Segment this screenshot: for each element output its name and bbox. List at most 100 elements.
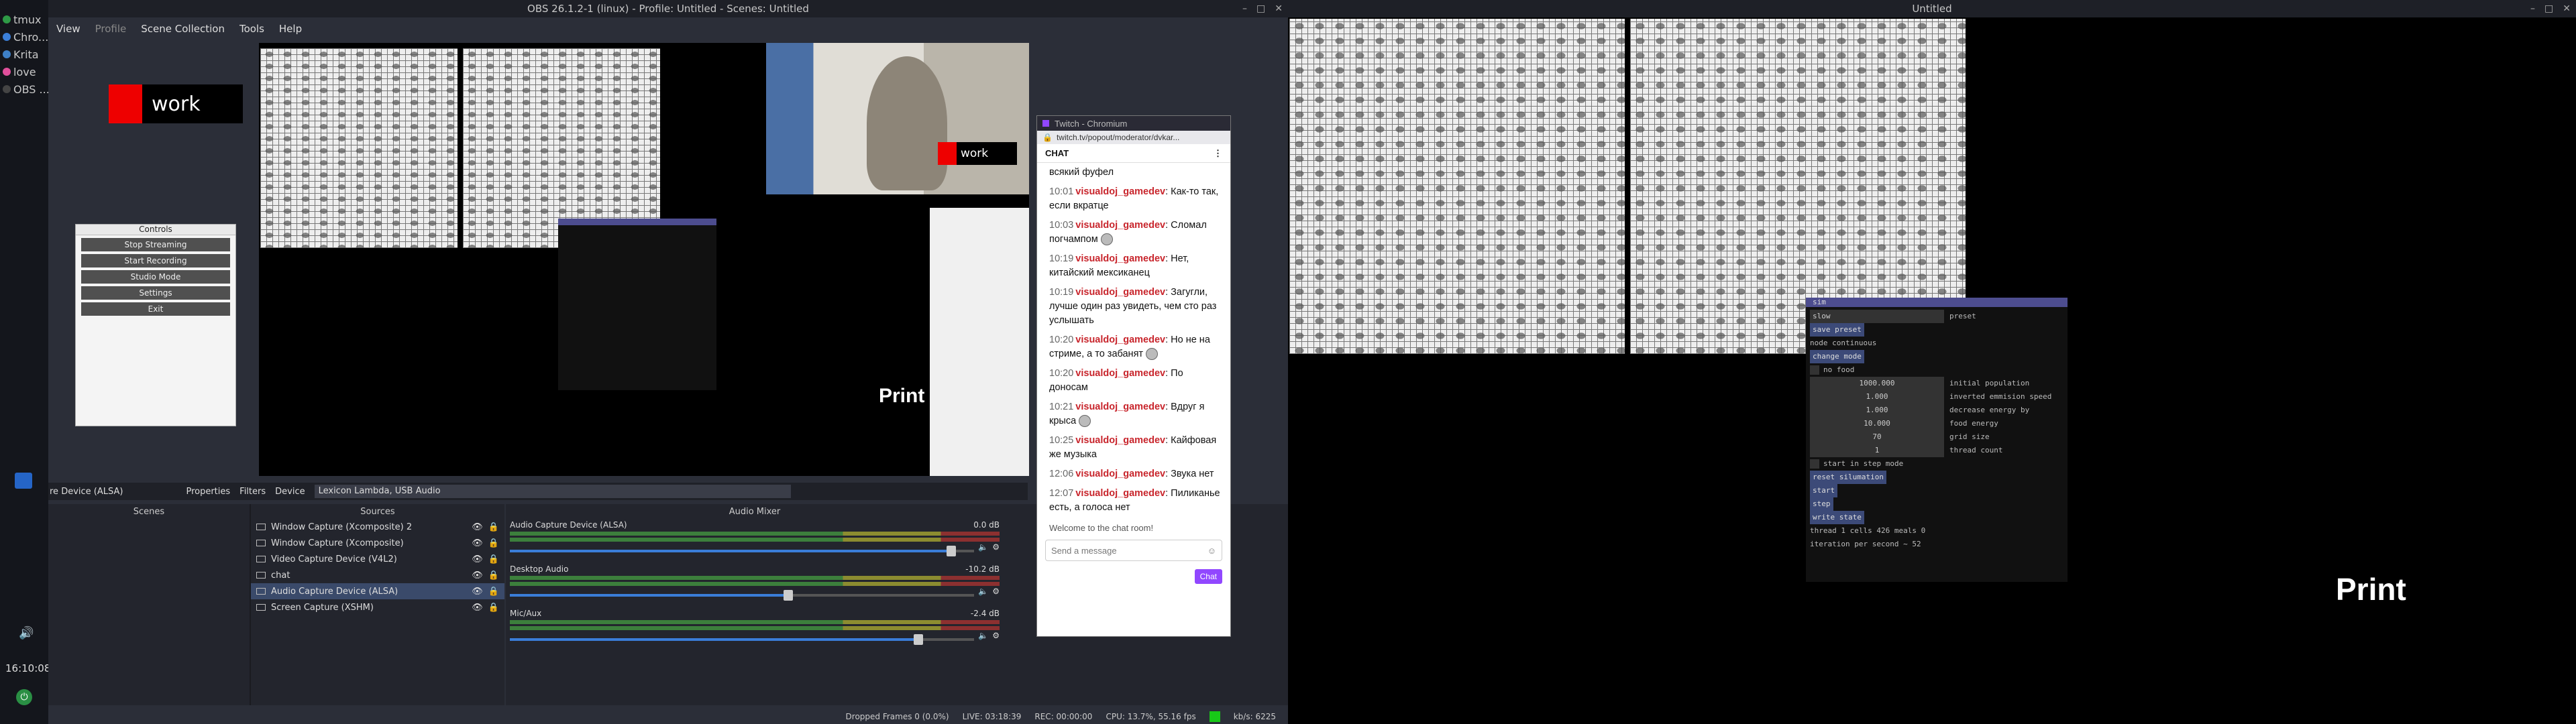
volume-slider[interactable] [510,634,975,645]
menu-profile[interactable]: Profile [95,23,127,35]
minimize-icon[interactable]: – [1242,3,1247,14]
visibility-eye-icon[interactable]: 👁 [472,603,483,613]
dock-item[interactable]: tmux [0,11,48,28]
speaker-icon[interactable]: 🔈 [978,631,988,640]
chat-username[interactable]: visualdoj_gamedev [1075,469,1165,479]
lock-icon[interactable]: 🔒 [488,603,499,613]
speaker-icon[interactable]: 🔈 [978,542,988,552]
visibility-eye-icon[interactable]: 👁 [472,522,483,532]
gear-icon[interactable]: ⚙ [992,542,1000,552]
node-continuous-label: node continuous [1810,339,1877,347]
save-preset-button[interactable]: save preset [1810,323,1864,337]
menu-scene-collection[interactable]: Scene Collection [141,23,225,35]
source-item[interactable]: Audio Capture Device (ALSA) 👁 🔒 [251,583,504,599]
maximize-icon[interactable]: □ [1256,3,1265,14]
start-recording-button[interactable]: Start Recording [81,254,230,267]
chat-username[interactable]: visualdoj_gamedev [1075,335,1165,345]
gear-icon[interactable]: ⚙ [992,631,1000,640]
chat-input[interactable]: Send a message ☺ [1045,540,1222,561]
no-food-checkbox[interactable] [1810,365,1819,375]
right-maximize-icon[interactable]: □ [2544,3,2553,14]
exit-button[interactable]: Exit [81,302,230,316]
gear-icon[interactable]: ⚙ [992,587,1000,596]
start-step-checkbox[interactable] [1810,459,1819,469]
settings-button[interactable]: Settings [81,286,230,300]
change-mode-button[interactable]: change mode [1810,350,1864,363]
write-state-button[interactable]: write state [1810,511,1864,524]
close-icon[interactable]: ✕ [1275,3,1283,14]
lock-icon[interactable]: 🔒 [488,570,499,581]
lock-icon[interactable]: 🔒 [488,554,499,564]
source-name: Window Capture (Xcomposite) 2 [271,522,413,532]
dock-item[interactable]: love [0,63,48,80]
menu-tools[interactable]: Tools [239,23,264,35]
volume-slider[interactable] [510,590,975,601]
sim-field-input[interactable]: 1.000 [1810,390,1944,404]
right-minimize-icon[interactable]: – [2530,3,2535,14]
source-item[interactable]: chat 👁 🔒 [251,567,504,583]
menu-help[interactable]: Help [279,23,302,35]
dock-item[interactable]: Krita [0,46,48,63]
reset-simulation-button[interactable]: reset silumation [1810,471,1886,484]
chat-username[interactable]: visualdoj_gamedev [1075,488,1165,499]
chat-timestamp: 10:20 [1049,335,1074,345]
mixer-db: -10.2 dB [965,564,1000,574]
volume-icon[interactable]: 🔊 [19,626,34,640]
source-item[interactable]: Screen Capture (XSHM) 👁 🔒 [251,599,504,615]
chat-username[interactable]: visualdoj_gamedev [1075,402,1165,412]
filters-button[interactable]: Filters [239,487,266,497]
chat-timestamp: 12:07 [1049,488,1074,499]
obs-title: OBS 26.1.2-1 (linux) - Profile: Untitled… [527,3,809,15]
device-select[interactable]: Lexicon Lambda, USB Audio [314,485,791,498]
properties-button[interactable]: Properties [186,487,230,497]
sim-field-input[interactable]: 1 [1810,444,1944,457]
sim-field-input[interactable]: 1.000 [1810,404,1944,417]
chat-username[interactable]: visualdoj_gamedev [1075,287,1165,298]
source-item[interactable]: Window Capture (Xcomposite) 2 👁 🔒 [251,519,504,535]
right-sim-grid-1[interactable] [1289,19,1625,354]
right-close-icon[interactable]: ✕ [2563,3,2571,14]
source-item[interactable]: Video Capture Device (V4L2) 👁 🔒 [251,551,504,567]
dock-item[interactable]: OBS ... [0,80,48,98]
app-icon [3,85,11,93]
visibility-eye-icon[interactable]: 👁 [472,538,483,548]
visibility-eye-icon[interactable]: 👁 [472,554,483,564]
visibility-eye-icon[interactable]: 👁 [472,587,483,597]
chat-bubble-icon[interactable] [15,473,32,489]
speaker-icon[interactable]: 🔈 [978,587,988,596]
chat-username[interactable]: visualdoj_gamedev [1075,368,1165,379]
print-label: Print [879,385,925,407]
sim-stats-ips: iteration per second ~ 52 [1810,540,1921,548]
chat-timestamp: 10:01 [1049,186,1074,197]
chat-username[interactable]: visualdoj_gamedev [1075,186,1165,197]
address-bar[interactable]: 🔒 twitch.tv/popout/moderator/dvkar... [1037,131,1230,144]
chat-username[interactable]: visualdoj_gamedev [1075,220,1165,231]
clock: 16:10:08 [5,662,51,674]
chat-username[interactable]: visualdoj_gamedev [1075,253,1165,264]
start-button[interactable]: start [1810,484,1838,497]
chat-username[interactable]: visualdoj_gamedev [1075,435,1165,446]
sim-field-input[interactable]: 70 [1810,430,1944,444]
stop-streaming-button[interactable]: Stop Streaming [81,238,230,251]
lock-icon[interactable]: 🔒 [488,587,499,597]
source-item[interactable]: Window Capture (Xcomposite) 👁 🔒 [251,535,504,551]
step-button[interactable]: step [1810,497,1833,511]
power-icon[interactable]: ⏻ [16,689,32,705]
dock-item[interactable]: Chro... [0,28,48,46]
mixer-channel-name: Mic/Aux [510,609,542,618]
live-time: LIVE: 03:18:39 [962,712,1022,721]
lock-icon[interactable]: 🔒 [488,522,499,532]
visibility-eye-icon[interactable]: 👁 [472,570,483,581]
menu-view[interactable]: View [56,23,80,35]
preset-select[interactable]: slow [1810,310,1944,323]
sim-field-input[interactable]: 10.000 [1810,417,1944,430]
lock-icon[interactable]: 🔒 [488,538,499,548]
chat-send-button[interactable]: Chat [1194,569,1222,584]
chat-text: Звука нет [1171,469,1214,479]
emote-picker-icon[interactable]: ☺ [1208,546,1216,556]
studio-mode-button[interactable]: Studio Mode [81,270,230,284]
preview-canvas[interactable]: work Print [259,43,1029,476]
volume-slider[interactable] [510,546,975,556]
more-icon[interactable]: ⋮ [1214,148,1222,159]
sim-field-input[interactable]: 1000.000 [1810,377,1944,390]
